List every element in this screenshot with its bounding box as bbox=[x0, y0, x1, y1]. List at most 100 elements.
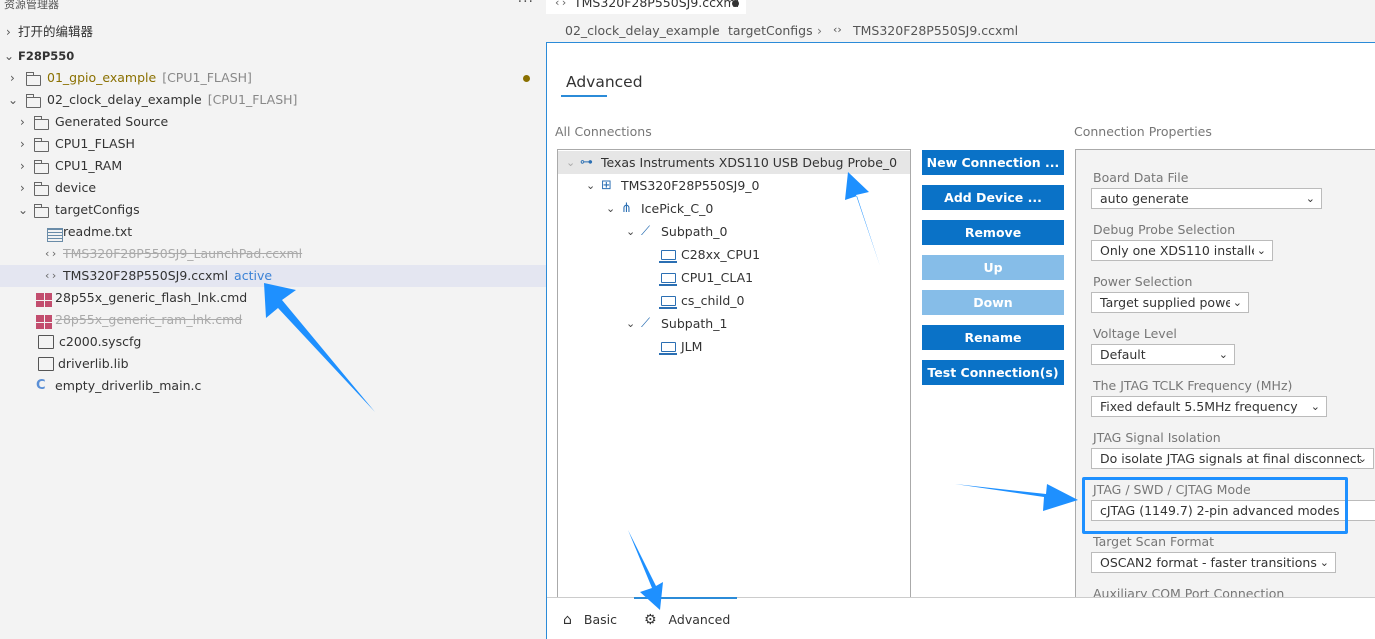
explorer-panel: 资源管理器 ··· › 打开的编辑器 ⌄ F28P550 › 01_gpio_e… bbox=[0, 0, 546, 639]
select-value: OSCAN2 format - faster transitions bbox=[1100, 555, 1317, 570]
windows-file-icon bbox=[36, 315, 52, 329]
tree-item-clock-delay-example[interactable]: ⌄ 02_clock_delay_example [CPU1_FLASH] bbox=[0, 89, 546, 111]
unsaved-dot-icon[interactable] bbox=[732, 0, 739, 7]
tree-item-label: device bbox=[55, 180, 97, 195]
tab-label: TMS320F28P550SJ9.ccxml bbox=[574, 0, 740, 10]
more-actions-icon[interactable]: ··· bbox=[518, 0, 534, 10]
tree-node-label: C28xx_CPU1 bbox=[681, 247, 761, 262]
explorer-header: 资源管理器 ··· bbox=[0, 0, 546, 16]
tclk-select[interactable]: Fixed default 5.5MHz frequency ⌄ bbox=[1091, 396, 1327, 417]
tree-item-main-c[interactable]: C empty_driverlib_main.c bbox=[0, 375, 546, 397]
prop-label-tclk: The JTAG TCLK Frequency (MHz) bbox=[1093, 378, 1293, 393]
chevron-right-icon: › bbox=[20, 159, 25, 173]
tree-item-gpio-example[interactable]: › 01_gpio_example [CPU1_FLASH] bbox=[0, 67, 546, 89]
breadcrumb-item[interactable]: TMS320F28P550SJ9.ccxml bbox=[853, 23, 1018, 38]
xml-file-icon: ‹› bbox=[44, 247, 58, 260]
tab-basic[interactable]: ⌂ Basic bbox=[563, 598, 633, 639]
prop-label-power: Power Selection bbox=[1093, 274, 1193, 289]
prop-label-board-data-file: Board Data File bbox=[1093, 170, 1189, 185]
tree-item-launchpad-ccxml[interactable]: ‹› TMS320F28P550SJ9_LaunchPad.ccxml bbox=[0, 243, 546, 265]
tree-item-driverlib[interactable]: driverlib.lib bbox=[0, 353, 546, 375]
chevron-down-icon: ⌄ bbox=[1218, 348, 1228, 361]
tree-item-active-ccxml[interactable]: ‹› TMS320F28P550SJ9.ccxml active bbox=[0, 265, 546, 287]
prop-label-voltage: Voltage Level bbox=[1093, 326, 1177, 341]
new-connection-button[interactable]: New Connection ... bbox=[922, 150, 1064, 175]
tree-item-cpu1-flash[interactable]: › CPU1_FLASH bbox=[0, 133, 546, 155]
folder-icon bbox=[34, 115, 50, 130]
power-select[interactable]: Target supplied power ⌄ bbox=[1091, 292, 1249, 313]
tab-bar: ‹› TMS320F28P550SJ9.ccxml bbox=[546, 0, 1375, 14]
tree-item-cpu1-ram[interactable]: › CPU1_RAM bbox=[0, 155, 546, 177]
select-value: Default bbox=[1100, 347, 1146, 362]
select-value: Target supplied power bbox=[1100, 295, 1239, 310]
isolation-select[interactable]: Do isolate JTAG signals at final disconn… bbox=[1091, 448, 1374, 469]
tree-node-probe[interactable]: ⌄ ⊶ Texas Instruments XDS110 USB Debug P… bbox=[558, 151, 910, 174]
file-icon bbox=[38, 335, 54, 349]
xml-file-icon: ‹› bbox=[44, 269, 58, 282]
all-connections-label: All Connections bbox=[555, 124, 652, 139]
tree-item-flash-lnk[interactable]: 28p55x_generic_flash_lnk.cmd bbox=[0, 287, 546, 309]
tree-item-label: TMS320F28P550SJ9_LaunchPad.ccxml bbox=[63, 246, 303, 261]
workspace-label: F28P550 bbox=[18, 49, 75, 63]
chevron-down-icon: ⌄ bbox=[1357, 452, 1367, 465]
open-editors-section[interactable]: › 打开的编辑器 bbox=[0, 21, 546, 43]
chevron-right-icon: › bbox=[20, 181, 25, 195]
down-button[interactable]: Down bbox=[922, 290, 1064, 315]
up-button[interactable]: Up bbox=[922, 255, 1064, 280]
chevron-down-icon: ⌄ bbox=[4, 49, 15, 63]
tree-item-readme[interactable]: readme.txt bbox=[0, 221, 546, 243]
folder-icon bbox=[34, 159, 50, 174]
add-device-button[interactable]: Add Device ... bbox=[922, 185, 1064, 210]
breadcrumb-item[interactable]: targetConfigs bbox=[728, 23, 813, 38]
chevron-right-icon: › bbox=[20, 115, 25, 129]
subpath-icon: ⟋ bbox=[641, 224, 651, 239]
prop-label-scan-format: Target Scan Format bbox=[1093, 534, 1215, 549]
xml-file-icon: ‹› bbox=[554, 0, 568, 9]
home-icon: ⌂ bbox=[563, 612, 572, 628]
chevron-down-icon: ⌄ bbox=[1253, 241, 1266, 260]
chevron-down-icon: ⌄ bbox=[626, 317, 636, 330]
tree-node-label: JLM bbox=[681, 339, 703, 354]
test-connection-button[interactable]: Test Connection(s) ... bbox=[922, 360, 1064, 405]
page-title: Advanced bbox=[561, 73, 643, 97]
tree-node-label: Subpath_0 bbox=[661, 224, 728, 239]
voltage-select[interactable]: Default ⌄ bbox=[1091, 344, 1235, 365]
tab-ccxml[interactable]: ‹› TMS320F28P550SJ9.ccxml bbox=[546, 0, 746, 14]
board-data-file-select[interactable]: auto generate ⌄ bbox=[1091, 188, 1322, 209]
breadcrumb: 02_clock_delay_example › targetConfigs ›… bbox=[546, 20, 1375, 42]
connection-properties-panel: Board Data File auto generate ⌄ Debug Pro… bbox=[1075, 149, 1375, 609]
hierarchy-icon: ⋔ bbox=[621, 201, 632, 216]
remove-button[interactable]: Remove bbox=[922, 220, 1064, 245]
gear-icon: ⚙ bbox=[644, 612, 657, 628]
tree-item-label: 02_clock_delay_example bbox=[47, 92, 202, 107]
folder-icon bbox=[34, 203, 50, 218]
chevron-down-icon: ⌄ bbox=[1319, 556, 1329, 569]
chevron-down-icon: ⌄ bbox=[1305, 192, 1315, 205]
tab-advanced[interactable]: ⚙ Advanced bbox=[634, 597, 737, 639]
tab-advanced-label: Advanced bbox=[668, 612, 731, 627]
tree-item-label: readme.txt bbox=[63, 224, 133, 239]
tree-item-generated-source[interactable]: › Generated Source bbox=[0, 111, 546, 133]
tree-item-label: empty_driverlib_main.c bbox=[55, 378, 202, 393]
rename-button[interactable]: Rename bbox=[922, 325, 1064, 350]
breadcrumb-item[interactable]: 02_clock_delay_example bbox=[565, 23, 720, 38]
tree-node-label: Subpath_1 bbox=[661, 316, 728, 331]
explorer-title: 资源管理器 bbox=[4, 0, 59, 11]
tree-item-syscfg[interactable]: c2000.syscfg bbox=[0, 331, 546, 353]
laptop-icon bbox=[659, 243, 677, 267]
build-config-tag: [CPU1_FLASH] bbox=[207, 92, 298, 107]
project-folder-icon bbox=[26, 71, 42, 86]
build-config-tag: [CPU1_FLASH] bbox=[162, 70, 252, 85]
tree-item-label: c2000.syscfg bbox=[59, 334, 142, 349]
project-folder-icon bbox=[26, 93, 42, 108]
tab-basic-label: Basic bbox=[583, 612, 617, 627]
editor-footer: ⌂ Basic ⚙ Advanced bbox=[547, 597, 1375, 639]
subpath-icon: ⟋ bbox=[641, 316, 651, 331]
tree-item-ram-lnk[interactable]: 28p55x_generic_ram_lnk.cmd bbox=[0, 309, 546, 331]
tree-item-device[interactable]: › device bbox=[0, 177, 546, 199]
debug-probe-select[interactable]: Only one XDS110 installed ⌄ bbox=[1091, 240, 1273, 261]
scan-format-select[interactable]: OSCAN2 format - faster transitions ⌄ bbox=[1091, 552, 1336, 573]
tree-item-label: TMS320F28P550SJ9.ccxml bbox=[63, 268, 229, 283]
workspace-section[interactable]: ⌄ F28P550 bbox=[0, 45, 546, 67]
tree-item-target-configs[interactable]: ⌄ targetConfigs bbox=[0, 199, 546, 221]
